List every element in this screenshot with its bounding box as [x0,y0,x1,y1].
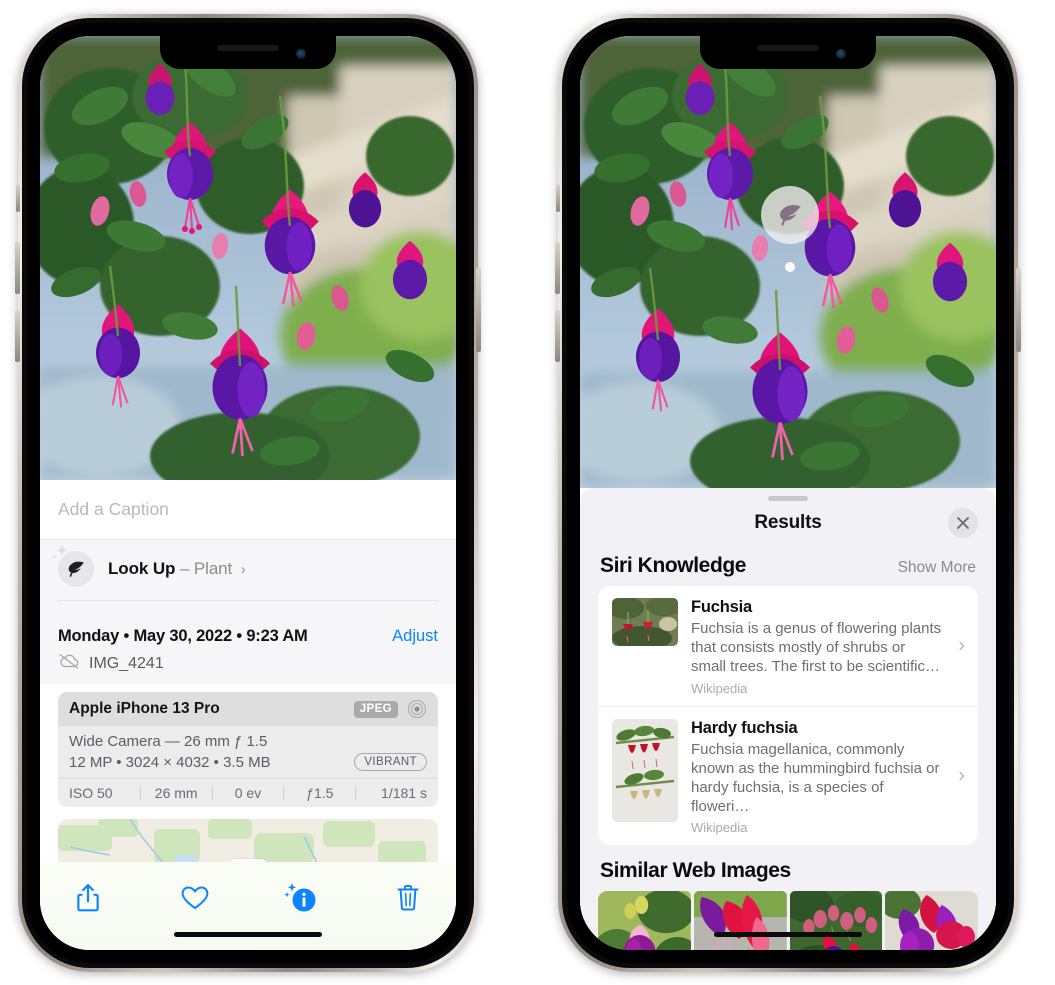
exif-body: Wide Camera — 26 mm ƒ 1.5 12 MP • 3024 ×… [58,726,438,778]
front-camera-icon [836,49,846,59]
divider [58,600,438,601]
silent-switch[interactable] [556,184,560,212]
favorite-button[interactable] [173,878,217,918]
photo-info-sheet: Add a Caption Look Up – Plant › Monday •… [40,480,456,950]
results-header: Results [580,501,996,545]
info-sparkle-icon [284,883,316,912]
camera-device-name: Apple iPhone 13 Pro [69,700,220,717]
fuchsia-photo [40,36,456,480]
chevron-right-icon: › [958,764,965,787]
photo-viewer[interactable] [580,36,996,488]
power-button[interactable] [476,268,481,352]
home-indicator[interactable] [714,932,862,937]
adjust-button[interactable]: Adjust [392,627,438,646]
notch [160,36,336,69]
earpiece-speaker [757,45,819,51]
volume-down-button[interactable] [555,310,560,362]
siri-knowledge-title: Siri Knowledge [600,554,747,577]
look-up-subject: Plant [193,559,233,578]
web-image-thumbnail[interactable] [598,891,691,950]
photo-date: Monday • May 30, 2022 • 9:23 AM [58,627,308,645]
siri-knowledge-card: Fuchsia Fuchsia is a genus of flowering … [598,586,978,846]
visual-look-up-badge[interactable] [761,186,819,244]
look-up-block: Look Up – Plant › [40,540,456,615]
look-up-dash: – [179,559,190,578]
share-icon [77,884,99,912]
leaf-icon [779,204,801,226]
look-up-title: Look Up [108,559,176,578]
visual-look-up-anchor-dot [785,262,795,272]
exif-stat-aperture: ƒ1.5 [306,785,334,801]
photo-filename: IMG_4241 [89,654,164,672]
result-source: Wikipedia [691,680,748,696]
list-item[interactable]: Hardy fuchsia Fuchsia magellanica, commo… [598,705,978,846]
result-thumbnail [612,718,678,822]
format-badge: JPEG [353,700,398,718]
volume-down-button[interactable] [15,310,20,362]
delete-button[interactable] [386,878,430,918]
siri-knowledge-header: Siri Knowledge Show More [580,545,996,586]
exif-header: Apple iPhone 13 Pro JPEG [58,692,438,726]
power-button[interactable] [1016,268,1021,352]
look-up-label: Look Up – Plant › [108,559,246,579]
result-description: Fuchsia is a genus of flowering plants t… [691,620,942,676]
vibrant-badge: VIBRANT [354,753,427,771]
screenshot-stage: Add a Caption Look Up – Plant › Monday •… [0,0,1055,985]
chevron-right-icon: › [958,634,965,657]
close-icon [957,517,969,529]
caption-input[interactable]: Add a Caption [58,499,169,520]
left-phone-device: Add a Caption Look Up – Plant › Monday •… [15,14,481,972]
results-title: Results [754,512,822,533]
result-title: Hardy fuchsia [691,718,798,737]
result-source: Wikipedia [691,820,748,836]
web-image-thumbnail[interactable] [885,891,978,950]
web-image-thumbnail[interactable] [693,891,787,950]
photo-metadata-block: Monday • May 30, 2022 • 9:23 AM Adjust I… [40,615,456,684]
exif-stats-row: ISO 50 26 mm 0 ev ƒ1.5 1/181 s [58,778,438,807]
right-phone-screen: Results Siri Knowledge Show More Fuchsia… [580,36,996,950]
icloud-slash-icon [58,653,80,674]
result-description: Fuchsia magellanica, commonly known as t… [691,740,940,816]
leaf-icon [58,551,94,587]
image-size-info: 12 MP • 3024 × 4032 • 3.5 MB [69,753,271,771]
results-sheet: Results Siri Knowledge Show More Fuchsia… [580,488,996,950]
aperture-icon [407,699,427,719]
list-item[interactable]: Fuchsia Fuchsia is a genus of flowering … [598,586,978,706]
volume-up-button[interactable] [15,242,20,294]
chevron-right-icon: › [240,561,246,578]
share-button[interactable] [66,878,110,918]
exif-stat-focal: 26 mm [154,785,198,801]
info-button[interactable] [279,878,323,918]
right-phone-device: Results Siri Knowledge Show More Fuchsia… [555,14,1021,972]
lens-info: Wide Camera — 26 mm ƒ 1.5 [69,733,268,750]
volume-up-button[interactable] [555,242,560,294]
result-title: Fuchsia [691,598,752,616]
heart-icon [181,886,209,910]
silent-switch[interactable] [16,184,20,212]
trash-icon [397,885,419,911]
notch [700,36,876,69]
result-thumbnail [612,598,678,646]
home-indicator[interactable] [174,932,322,937]
exif-card[interactable]: Apple iPhone 13 Pro JPEG Wide Camera — 2… [58,692,438,807]
look-up-row[interactable]: Look Up – Plant › [51,545,438,587]
close-button[interactable] [948,508,978,538]
exif-stat-shutter: 1/181 s [381,785,427,801]
similar-web-images-strip[interactable] [580,891,996,950]
front-camera-icon [296,49,306,59]
photo-viewer[interactable] [40,36,456,480]
earpiece-speaker [217,45,279,51]
exif-stat-ev: 0 ev [234,785,262,801]
exif-stat-iso: ISO 50 [69,785,113,801]
caption-field-row[interactable]: Add a Caption [40,480,456,540]
left-phone-screen: Add a Caption Look Up – Plant › Monday •… [40,36,456,950]
similar-web-images-title: Similar Web Images [600,859,791,883]
show-more-button[interactable]: Show More [898,559,976,577]
web-image-thumbnail[interactable] [789,891,883,950]
